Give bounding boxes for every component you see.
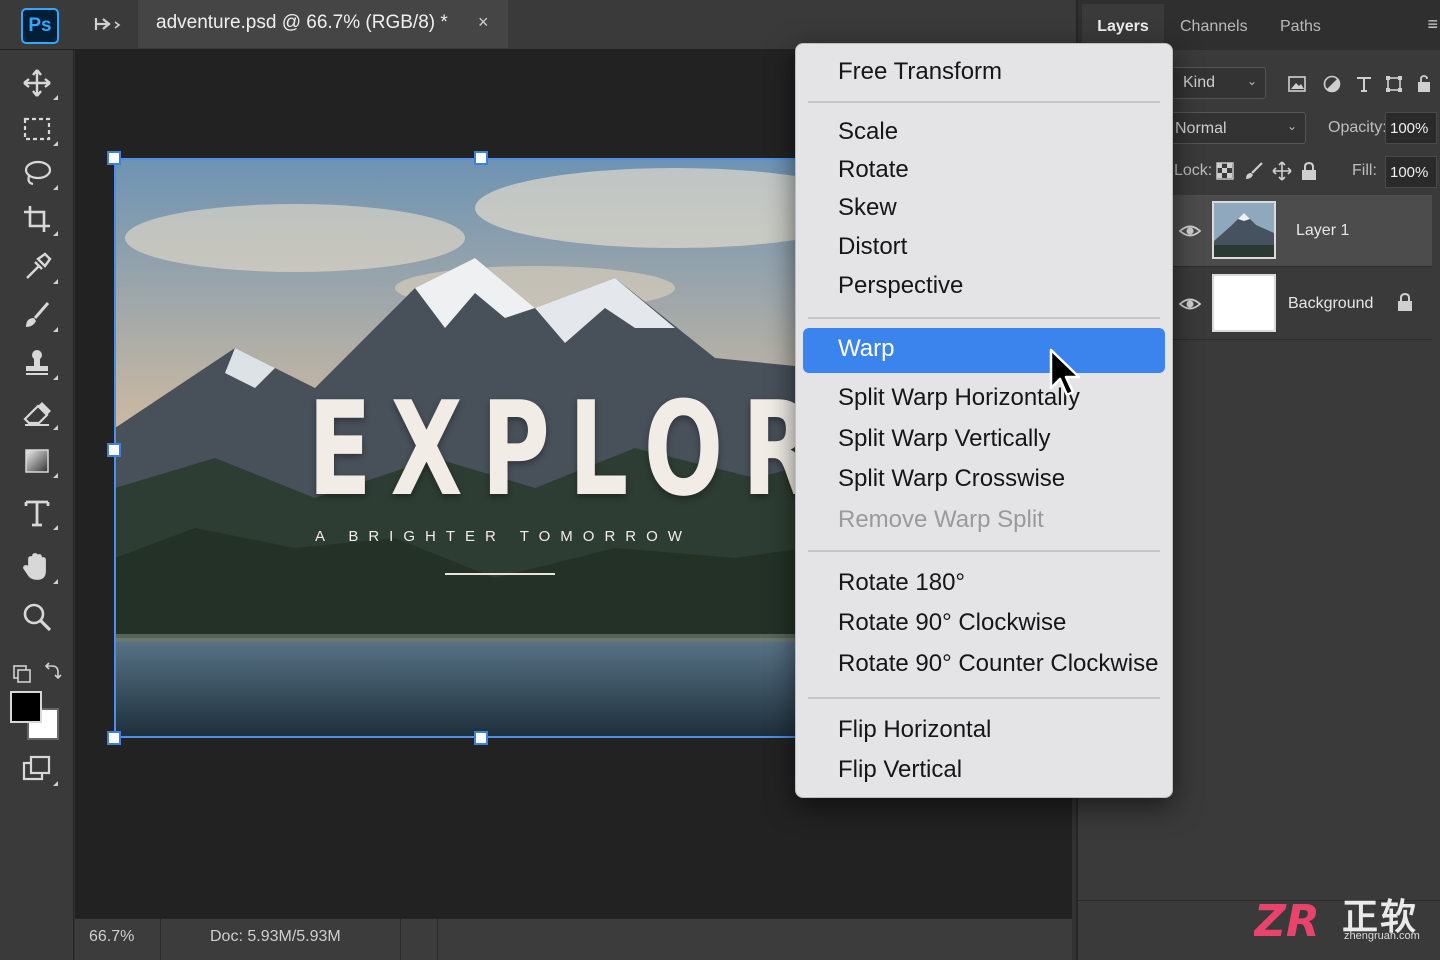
menu-item-rotate[interactable]: Rotate (838, 156, 909, 184)
status-divider (437, 919, 438, 960)
tab-channels[interactable]: Channels (1180, 18, 1248, 36)
menu-item-split-warp-crosswise[interactable]: Split Warp Crosswise (838, 465, 1065, 493)
swap-colors-icon[interactable] (12, 662, 62, 684)
watermark: ZR 正软 zhengruan.com (1254, 892, 1430, 948)
artwork-title: EXPLORE (307, 373, 875, 525)
document-title: adventure.psd @ 66.7% (RGB/8) * (156, 12, 448, 33)
menu-item-perspective[interactable]: Perspective (838, 272, 963, 300)
hand-tool-icon[interactable] (14, 546, 60, 588)
transform-handle-top-left[interactable] (107, 151, 121, 165)
brush-tool-icon[interactable] (14, 294, 60, 336)
layer-thumbnail (1212, 274, 1276, 332)
menu-item-rotate-180[interactable]: Rotate 180° (838, 569, 965, 597)
lock-position-icon[interactable] (1272, 161, 1292, 181)
tab-paths[interactable]: Paths (1280, 18, 1321, 36)
arrange-documents-icon[interactable] (92, 10, 124, 38)
layer-row[interactable]: Background (1170, 268, 1432, 340)
opacity-field[interactable]: 100% (1385, 112, 1437, 144)
menu-item-flip-horizontal[interactable]: Flip Horizontal (838, 716, 991, 744)
smart-object-filter-icon[interactable] (1414, 74, 1434, 94)
watermark-url: zhengruan.com (1344, 930, 1420, 942)
document-tab[interactable]: adventure.psd @ 66.7% (RGB/8) * × (138, 0, 508, 48)
move-tool-icon[interactable] (14, 62, 60, 104)
close-tab-icon[interactable]: × (478, 12, 489, 33)
crop-tool-icon[interactable] (14, 198, 60, 240)
eye-icon[interactable] (1178, 219, 1202, 243)
eraser-tool-icon[interactable] (14, 392, 60, 434)
layer-thumbnail (1212, 201, 1276, 259)
artwork-divider (445, 573, 555, 575)
filter-kind-value: Kind (1183, 74, 1216, 91)
document-size: Doc: 5.93M/5.93M (210, 928, 341, 945)
menu-separator (808, 550, 1160, 552)
eyedropper-tool-icon[interactable] (14, 246, 60, 288)
lock-transparent-pixels-icon[interactable] (1216, 162, 1234, 180)
screen-mode-icon[interactable] (14, 748, 60, 790)
chevron-down-icon: ⌄ (1246, 74, 1257, 88)
zoom-level[interactable]: 66.7% (89, 928, 134, 946)
mouse-cursor-icon (1049, 348, 1081, 397)
type-layer-filter-icon[interactable] (1354, 74, 1374, 94)
menu-separator (808, 317, 1160, 319)
transform-handle-middle-left[interactable] (107, 443, 121, 457)
photoshop-logo: Ps (21, 8, 59, 44)
lock-image-pixels-icon[interactable] (1244, 161, 1264, 181)
layer-name[interactable]: Layer 1 (1296, 222, 1349, 240)
artwork-image: EXPLORE A BRIGHTER TOMORROW (115, 158, 875, 738)
clone-stamp-tool-icon[interactable] (14, 342, 60, 384)
menu-item-skew[interactable]: Skew (838, 194, 897, 222)
marquee-tool-icon[interactable] (14, 108, 60, 150)
type-tool-icon[interactable] (14, 492, 60, 534)
menu-item-scale[interactable]: Scale (838, 118, 898, 146)
lock-all-icon[interactable] (1300, 161, 1318, 181)
transform-handle-top-center[interactable] (474, 151, 488, 165)
status-divider (400, 919, 401, 960)
watermark-logo: ZR (1254, 896, 1320, 944)
zoom-tool-icon[interactable] (14, 596, 60, 638)
menu-item-warp[interactable]: Warp (838, 335, 894, 363)
opacity-label: Opacity: (1328, 119, 1387, 136)
adjustment-layer-filter-icon[interactable] (1322, 74, 1342, 94)
menu-item-remove-warp-split: Remove Warp Split (838, 506, 1044, 533)
menu-item-distort[interactable]: Distort (838, 233, 907, 261)
transform-context-menu: Free Transform Scale Rotate Skew Distort… (795, 43, 1173, 798)
lock-label: Lock: (1174, 162, 1213, 179)
blend-mode-select[interactable]: Normal ⌄ (1168, 112, 1306, 144)
artwork-subtitle: A BRIGHTER TOMORROW (315, 528, 692, 545)
menu-separator (808, 101, 1160, 103)
svg-text:ZR: ZR (1254, 896, 1320, 944)
menu-item-flip-vertical[interactable]: Flip Vertical (838, 756, 962, 784)
tools-panel (0, 50, 74, 960)
transform-handle-bottom-center[interactable] (474, 731, 488, 745)
menu-separator (808, 697, 1160, 699)
menu-item-split-warp-vertically[interactable]: Split Warp Vertically (838, 425, 1051, 453)
shape-layer-filter-icon[interactable] (1384, 74, 1404, 94)
gradient-tool-icon[interactable] (14, 440, 60, 482)
menu-item-free-transform[interactable]: Free Transform (838, 58, 1002, 86)
status-divider (160, 919, 161, 960)
transform-handle-bottom-left[interactable] (107, 731, 121, 745)
status-bar: 66.7% Doc: 5.93M/5.93M (75, 918, 1072, 960)
lasso-tool-icon[interactable] (14, 152, 60, 194)
lock-icon (1398, 292, 1412, 311)
eye-icon[interactable] (1178, 292, 1202, 316)
fill-field[interactable]: 100% (1385, 156, 1437, 188)
layer-name[interactable]: Background (1288, 295, 1373, 313)
pixel-layer-filter-icon[interactable] (1287, 74, 1307, 94)
panel-menu-icon[interactable]: ≡ (1427, 14, 1438, 35)
layer-row[interactable]: Layer 1 (1170, 195, 1432, 267)
menu-item-rotate-90-ccw[interactable]: Rotate 90° Counter Clockwise (838, 650, 1158, 678)
filter-kind-select[interactable]: Kind ⌄ (1168, 67, 1266, 99)
menu-item-rotate-90-cw[interactable]: Rotate 90° Clockwise (838, 609, 1066, 637)
foreground-color-swatch[interactable] (10, 691, 42, 723)
fill-label: Fill: (1352, 162, 1377, 179)
menu-item-split-warp-horizontally[interactable]: Split Warp Horizontally (838, 384, 1080, 412)
blend-mode-value: Normal (1175, 120, 1227, 137)
chevron-down-icon: ⌄ (1286, 119, 1297, 133)
